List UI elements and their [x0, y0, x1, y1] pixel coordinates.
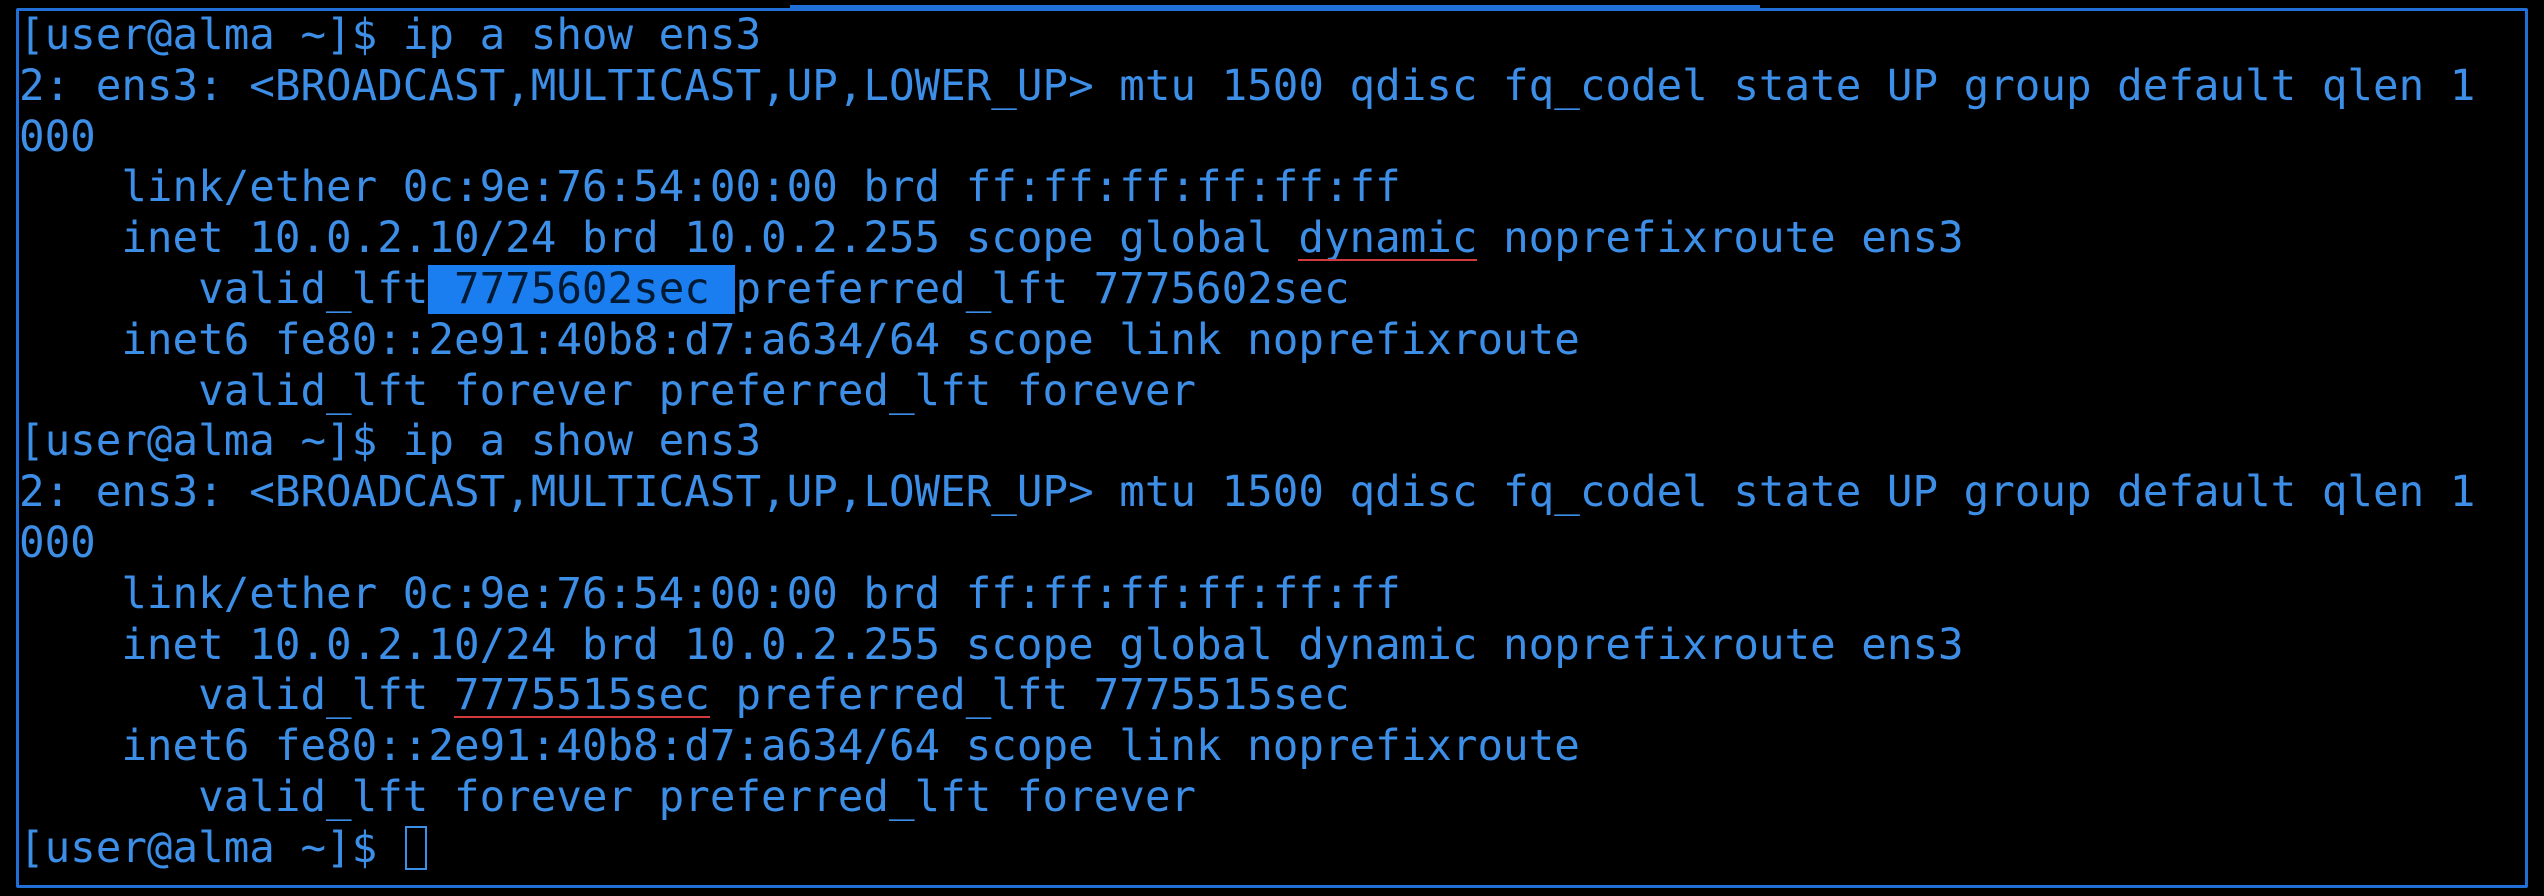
- output-text: preferred_lft 7775515sec: [709, 671, 1350, 721]
- spellcheck-word: 7775515sec: [453, 671, 710, 721]
- output-line: valid_lft 7775515sec preferred_lft 77755…: [19, 671, 2475, 722]
- output-line: link/ether 0c:9e:76:54:00:00 brd ff:ff:f…: [19, 163, 1401, 213]
- terminal-window[interactable]: [user@alma ~]$ ip a show ens3 2: ens3: <…: [0, 0, 2544, 896]
- terminal-output[interactable]: [user@alma ~]$ ip a show ens3 2: ens3: <…: [19, 11, 2475, 875]
- output-line: inet 10.0.2.10/24 brd 10.0.2.255 scope g…: [19, 214, 2475, 265]
- output-line: valid_lft forever preferred_lft forever: [19, 366, 1197, 416]
- output-line: 2: ens3: <BROADCAST,MULTICAST,UP,LOWER_U…: [19, 61, 2476, 111]
- output-line: link/ether 0c:9e:76:54:00:00 brd ff:ff:f…: [19, 569, 1401, 619]
- output-line: valid_lft 7775602sec preferred_lft 77756…: [19, 264, 2475, 316]
- command-line: [user@alma ~]$ ip a show ens3: [19, 11, 762, 60]
- output-text: valid_lft: [19, 671, 454, 721]
- output-line: 000: [19, 518, 96, 568]
- output-text: preferred_lft 7775602sec: [735, 264, 1350, 314]
- output-line: 2: ens3: <BROADCAST,MULTICAST,UP,LOWER_U…: [19, 468, 2476, 518]
- selected-text[interactable]: 7775602sec: [428, 264, 736, 314]
- command-line: [user@alma ~]$ ip a show ens3: [19, 417, 762, 467]
- shell-prompt: [user@alma ~]$: [19, 823, 403, 873]
- output-line: inet6 fe80::2e91:40b8:d7:a634/64 scope l…: [19, 722, 1580, 772]
- output-line: 000: [19, 112, 96, 162]
- spellcheck-word: dynamic: [1298, 214, 1478, 264]
- output-line: inet 10.0.2.10/24 brd 10.0.2.255 scope g…: [19, 620, 1964, 670]
- prompt-line[interactable]: [user@alma ~]$: [19, 824, 2475, 875]
- output-line: inet6 fe80::2e91:40b8:d7:a634/64 scope l…: [19, 315, 1580, 365]
- terminal-top-tab-edge: [790, 0, 1760, 8]
- output-text: noprefixroute ens3: [1477, 214, 1964, 264]
- output-text: valid_lft: [19, 264, 429, 314]
- text-cursor[interactable]: [404, 825, 427, 870]
- output-text: inet 10.0.2.10/24 brd 10.0.2.255 scope g…: [19, 214, 1299, 264]
- output-line: valid_lft forever preferred_lft forever: [19, 772, 1197, 822]
